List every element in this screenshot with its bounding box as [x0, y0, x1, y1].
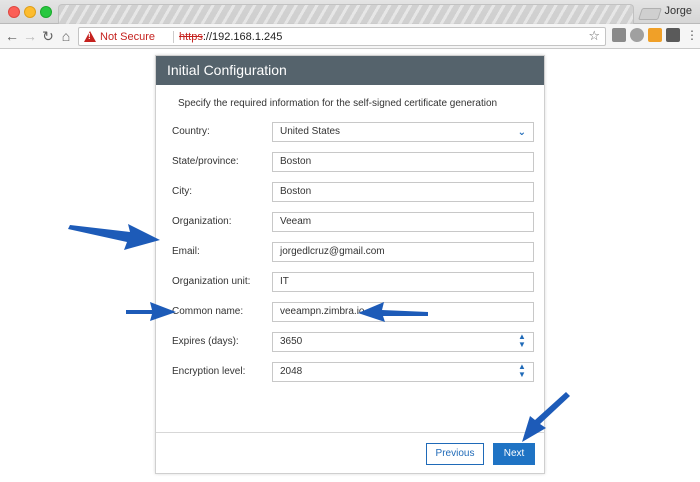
city-row: City: Boston: [170, 182, 536, 202]
tab-strip: Jorge: [0, 0, 700, 24]
security-status[interactable]: Not Secure: [100, 30, 155, 44]
organization-input[interactable]: Veeam: [272, 212, 534, 232]
chevron-down-icon: ⌄: [517, 127, 526, 138]
close-window-button[interactable]: [8, 6, 20, 18]
country-select[interactable]: United States ⌄: [272, 122, 534, 142]
state-row: State/province: Boston: [170, 152, 536, 172]
extension-icon[interactable]: [648, 28, 662, 42]
organization-row: Organization: Veeam: [170, 212, 536, 232]
maximize-window-button[interactable]: [40, 6, 52, 18]
expires-stepper[interactable]: 3650 ▲ ▼: [272, 332, 534, 352]
email-input[interactable]: jorgedlcruz@gmail.com: [272, 242, 534, 262]
url-scheme: https: [179, 31, 203, 43]
country-label: Country:: [172, 126, 210, 137]
home-icon[interactable]: ⌂: [58, 27, 74, 45]
back-arrow-icon[interactable]: ←: [4, 27, 20, 45]
organization-unit-row: Organization unit: IT: [170, 272, 536, 292]
organization-unit-label: Organization unit:: [172, 276, 251, 287]
minimize-window-button[interactable]: [24, 6, 36, 18]
extension-icon[interactable]: [612, 28, 626, 42]
common-name-row: Common name: veeampn.zimbra.io: [170, 302, 536, 322]
browser-toolbar: ← → ↻ ⌂ Not Secure https://192.168.1.245…: [0, 24, 700, 49]
encryption-label: Encryption level:: [172, 366, 246, 377]
address-divider: [173, 31, 174, 43]
encryption-row: Encryption level: 2048 ▲ ▼: [170, 362, 536, 382]
next-button[interactable]: Next: [493, 443, 535, 465]
encryption-stepper[interactable]: 2048 ▲ ▼: [272, 362, 534, 382]
city-input[interactable]: Boston: [272, 182, 534, 202]
profile-name[interactable]: Jorge: [664, 5, 692, 17]
state-label: State/province:: [172, 156, 239, 167]
previous-button[interactable]: Previous: [426, 443, 484, 465]
arrow-to-email-icon: [68, 224, 160, 250]
browser-tab[interactable]: [58, 4, 634, 24]
organization-label: Organization:: [172, 216, 232, 227]
organization-unit-input[interactable]: IT: [272, 272, 534, 292]
bookmark-star-icon[interactable]: ☆: [588, 28, 600, 44]
extension-icon[interactable]: [630, 28, 644, 42]
common-name-input[interactable]: veeampn.zimbra.io: [272, 302, 534, 322]
state-input[interactable]: Boston: [272, 152, 534, 172]
country-row: Country: United States ⌄: [170, 122, 536, 142]
expires-label: Expires (days):: [172, 336, 239, 347]
extension-icon[interactable]: [666, 28, 680, 42]
city-label: City:: [172, 186, 192, 197]
new-tab-button[interactable]: [638, 8, 662, 20]
footer-divider: [156, 432, 544, 433]
reload-icon[interactable]: ↻: [40, 27, 56, 45]
dialog-subtitle: Specify the required information for the…: [178, 98, 498, 109]
expires-row: Expires (days): 3650 ▲ ▼: [170, 332, 536, 352]
browser-menu-icon[interactable]: ⋮: [686, 28, 698, 42]
country-value: United States: [280, 126, 341, 137]
email-label: Email:: [172, 246, 200, 257]
expires-value: 3650: [280, 336, 303, 347]
address-bar[interactable]: Not Secure https://192.168.1.245 ☆: [78, 27, 606, 46]
url-host: ://192.168.1.245: [202, 31, 283, 43]
encryption-value: 2048: [280, 366, 303, 377]
dialog-title: Initial Configuration: [156, 56, 544, 85]
stepper-arrows-icon[interactable]: ▲ ▼: [518, 363, 526, 379]
stepper-arrows-icon[interactable]: ▲ ▼: [518, 333, 526, 349]
common-name-label: Common name:: [172, 306, 244, 317]
initial-configuration-dialog: Initial Configuration Specify the requir…: [155, 55, 545, 474]
warning-icon: [84, 31, 96, 42]
url-text[interactable]: https://192.168.1.245: [179, 30, 282, 44]
forward-arrow-icon[interactable]: →: [22, 27, 38, 45]
email-row: Email: jorgedlcruz@gmail.com: [170, 242, 536, 262]
